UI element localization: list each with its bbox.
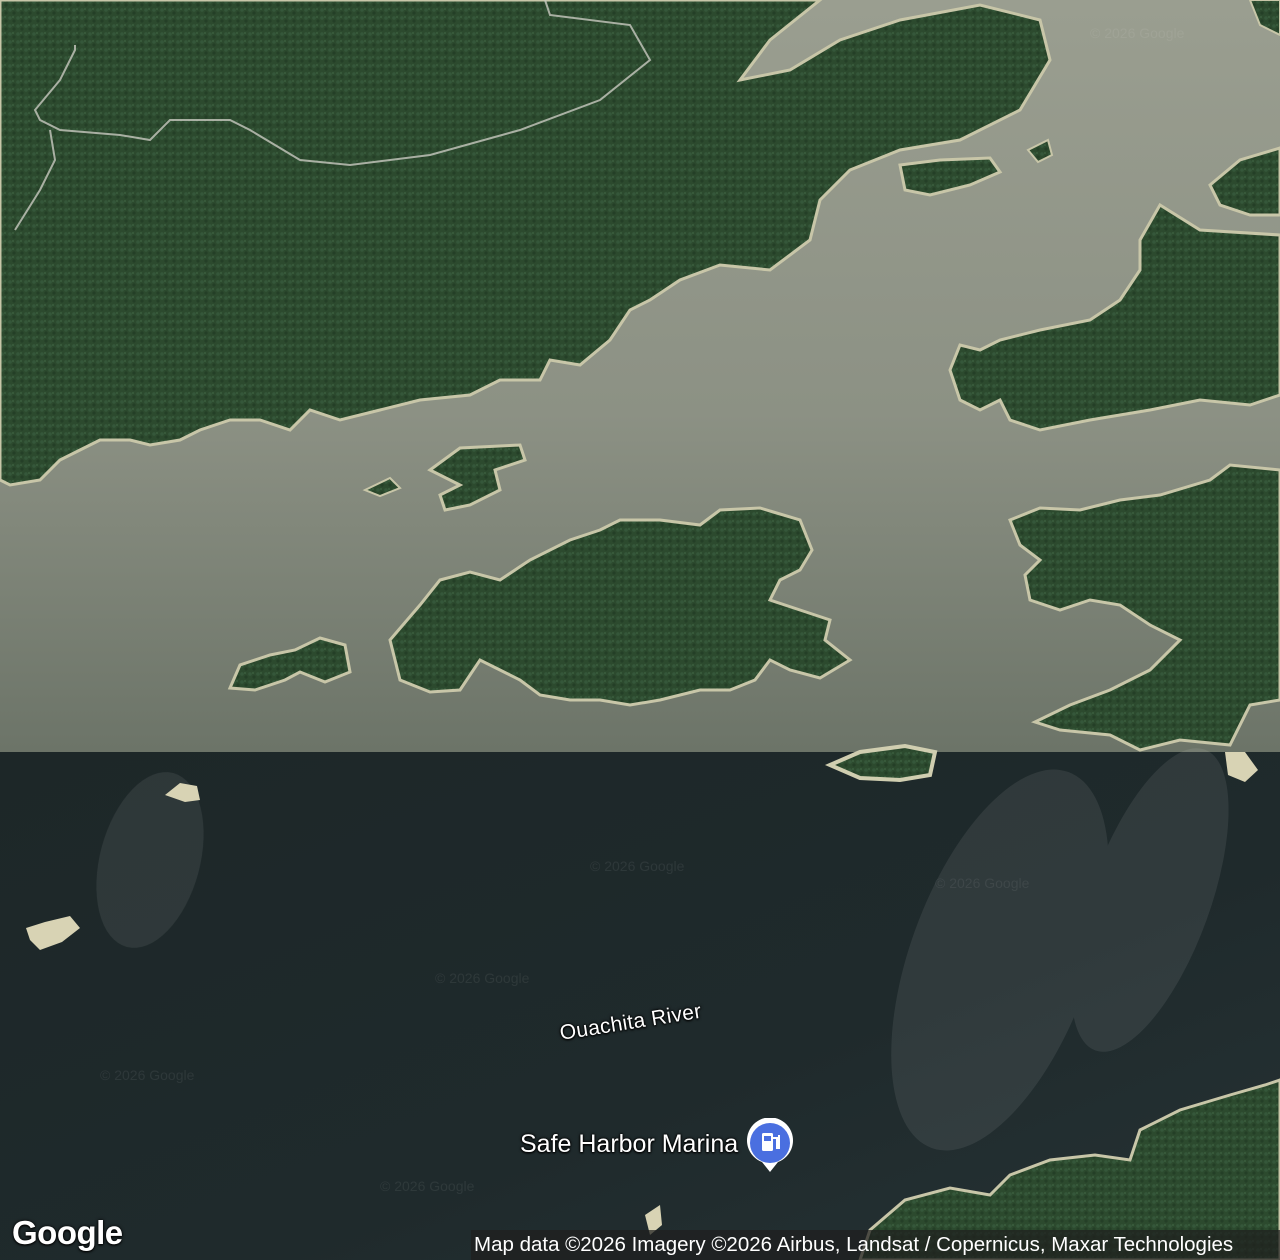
watermark: © 2026 Google (935, 875, 1030, 891)
google-logo: Google (12, 1214, 123, 1251)
watermark: © 2026 Google (590, 858, 685, 874)
poi-safe-harbor-marina[interactable]: Safe Harbor Marina (520, 1118, 796, 1172)
watermark: © 2026 Google (1090, 25, 1185, 41)
watermark: © 2026 Google (380, 1178, 475, 1194)
watermark: © 2026 Google (100, 1067, 195, 1083)
watermark: © 2026 Google (435, 970, 530, 986)
map-viewport[interactable]: © 2026 Google © 2026 Google © 2026 Googl… (0, 0, 1280, 1260)
fuel-pump-icon[interactable] (744, 1118, 796, 1174)
poi-label[interactable]: Safe Harbor Marina (520, 1130, 738, 1159)
map-attribution[interactable]: Map data ©2026 Imagery ©2026 Airbus, Lan… (471, 1230, 1280, 1260)
